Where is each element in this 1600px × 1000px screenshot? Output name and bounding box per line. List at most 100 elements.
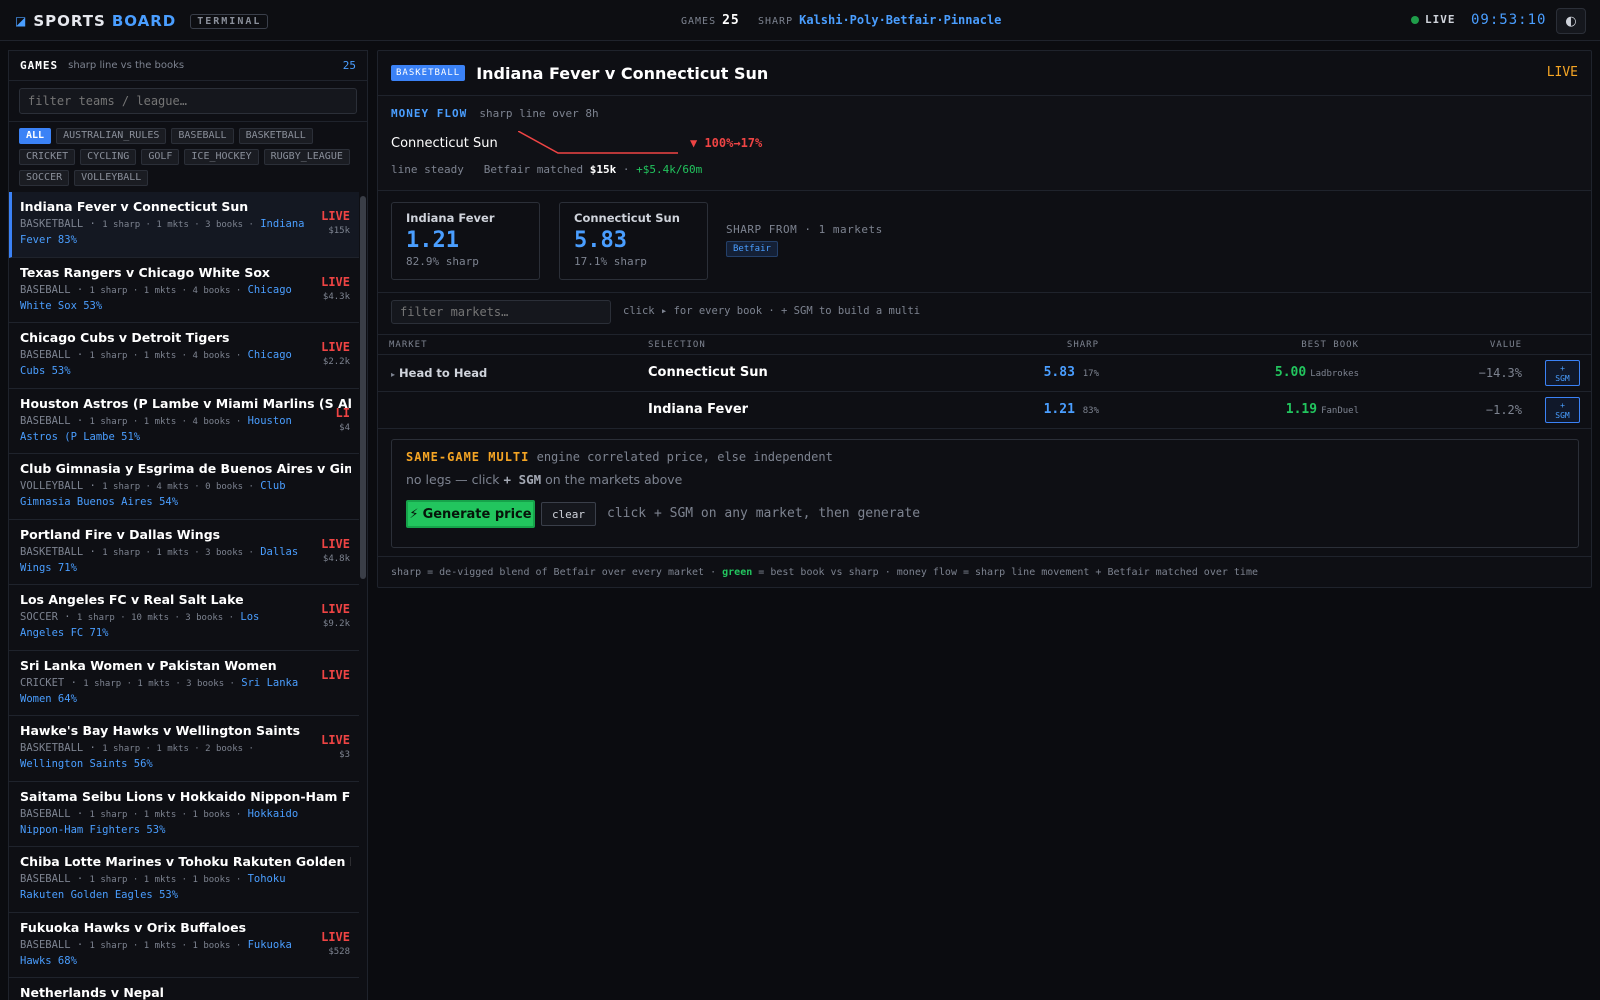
event-panel: BASKETBALL Indiana Fever v Connecticut S… [377,50,1592,588]
league-chip[interactable]: BASKETBALL [238,128,313,144]
footnote: sharp = de-vigged blend of Betfair over … [391,567,1258,578]
sgm-header: SAME-GAME MULTI engine correlated price,… [406,450,1564,464]
brand: ◪ SPORTS BOARD TERMINAL [15,12,269,30]
game-info: 1 sharp · 1 mkts · 3 books · [83,678,235,689]
market-filter-input[interactable] [391,300,611,324]
add-sgm-button[interactable]: + SGM [1545,360,1580,386]
league-chip[interactable]: CRICKET [19,149,76,165]
game-live: LIVE [321,667,350,682]
game-volume: $4 [339,422,350,433]
footnote-part-1: sharp = de-vigged blend of Betfair over … [391,567,717,578]
game-row[interactable]: Houston Astros (P Lambe v Miami Marlins … [9,389,361,454]
game-sport: BASKETBALL [20,545,84,558]
game-meta: SOCCER · 1 sharp · 10 mkts · 3 books · L… [20,611,260,639]
market-filter-bar: click ▸ for every book · + SGM to build … [378,293,1591,335]
game-row[interactable]: Los Angeles FC v Real Salt Lake SOCCER · … [9,585,361,651]
odds-card-odds: 1.21 [406,228,459,253]
brand-sports: SPORTS [33,12,106,30]
game-row[interactable]: Sri Lanka Women v Pakistan Women CRICKET … [9,651,361,716]
game-row[interactable]: Texas Rangers v Chicago White Sox BASEBAL… [9,258,361,323]
games-scrollbar[interactable] [359,192,367,1000]
generate-price-button[interactable]: ⚡ Generate price [406,500,535,528]
sharp-odds-pct: 17% [1082,369,1099,379]
games-list: Indiana Fever v Connecticut Sun BASKETBAL… [9,192,361,1000]
game-name: Fukuoka Hawks v Orix Buffaloes [20,919,247,935]
league-chips: ALL AUSTRALIAN_RULES BASEBALL BASKETBALL CRI… [9,122,367,193]
sharp-odds-value: 5.83 [1043,365,1075,380]
sharp-odds: 5.83 17% [1044,365,1099,380]
game-name: Club Gimnasia y Esgrima de Buenos Aires … [20,461,351,476]
game-info: 1 sharp · 1 mkts · 1 books · [89,875,242,885]
league-chip[interactable]: AUSTRALIAN_RULES [56,128,167,144]
filter-wrap [9,81,367,122]
game-meta: BASEBALL · 1 sharp · 1 mkts · 1 books · … [20,938,292,967]
league-chip[interactable]: ICE_HOCKEY [184,149,259,165]
money-flow-label: MONEY FLOW [391,107,468,120]
game-info: 1 sharp · 1 mkts · 3 books · [102,220,254,230]
game-row[interactable]: Club Gimnasia y Esgrima de Buenos Aires … [9,454,361,520]
selection-name: Connecticut Sun [648,365,768,380]
game-row[interactable]: Chiba Lotte Marines v Tohoku Rakuten Gol… [9,847,361,913]
generate-hint: click + SGM on any market, then generate [607,506,921,521]
game-row[interactable]: Saitama Seibu Lions v Hokkaido Nippon-Ha… [9,782,361,847]
odds-card-sharp: 82.9% sharp [406,255,479,268]
game-live: LIVE [321,209,350,223]
live-label: LIVE [1425,13,1456,26]
matched-rate: +$5.4k/60m [636,163,703,176]
league-chip[interactable]: ALL [19,128,52,144]
league-chip[interactable]: VOLLEYBALL [74,170,149,186]
games-stat-value: 25 [722,13,740,28]
games-panel-title: GAMES [20,59,59,72]
market-expand[interactable]: ▸ Head to Head [391,366,487,380]
games-stat: GAMES 25 [681,13,740,28]
matched-label: Betfair matched [483,163,584,176]
game-sport: VOLLEYBALL [20,480,84,492]
league-chip[interactable]: BASEBALL [171,128,234,144]
odds-card-home[interactable]: Indiana Fever 1.21 82.9% sharp [391,202,540,280]
best-book-odds: 5.00 [1274,365,1307,380]
game-sport: BASEBALL [20,938,71,951]
scroll-thumb[interactable] [360,196,366,579]
odds-card-odds: 5.83 [574,228,627,253]
game-volume: $528 [328,946,350,957]
game-row[interactable]: Portland Fire v Dallas Wings BASKETBALL ·… [9,520,361,585]
game-info: 1 sharp · 1 mkts · 2 books · [102,744,254,754]
game-meta: BASKETBALL · 1 sharp · 1 mkts · 3 books … [20,218,305,246]
sport-badge: BASKETBALL [391,65,466,81]
league-chip[interactable]: CYCLING [80,149,137,165]
game-row[interactable]: Indiana Fever v Connecticut Sun BASKETBAL… [9,192,361,258]
game-row[interactable]: Netherlands v Nepal [9,978,361,1000]
game-meta: BASKETBALL · 1 sharp · 1 mkts · 3 books … [20,545,299,574]
sgm-legs-post: on the markets above [545,472,683,487]
game-name: Saitama Seibu Lions v Hokkaido Nippon-Ha… [20,788,351,804]
market-row[interactable]: Indiana Fever 1.21 83% 1.19 FanDuel −1.2%… [378,392,1591,429]
best-book-name: FanDuel [1321,406,1359,416]
team-filter-input[interactable] [19,88,357,114]
game-row[interactable]: Hawke's Bay Hawks v Wellington Saints BAS… [9,716,361,782]
game-live: LIVE [321,929,350,944]
game-sport: BASEBALL [20,873,71,885]
game-row[interactable]: Fukuoka Hawks v Orix Buffaloes BASEBALL ·… [9,913,361,978]
market-row[interactable]: ▸ Head to Head Connecticut Sun 5.83 17% 5… [378,355,1591,392]
odds-card-away[interactable]: Connecticut Sun 5.83 17.1% sharp [559,202,708,280]
best-book: 5.00 Ladbrokes [1275,365,1359,380]
theme-toggle-button[interactable]: ◐ [1556,8,1586,34]
game-sport: BASEBALL [20,807,71,820]
add-sgm-button[interactable]: + SGM [1545,397,1580,423]
money-flow-sub: sharp line over 8h [479,107,599,120]
clear-button[interactable]: clear [541,502,596,526]
game-live: LI [335,405,350,420]
generate-price-label: Generate price [422,506,532,522]
terminal-badge: TERMINAL [190,13,269,29]
league-chip[interactable]: SOCCER [19,170,70,186]
sharp-source-chip: Betfair [726,241,778,257]
game-name: Sri Lanka Women v Pakistan Women [20,657,277,673]
live-dot-icon [1411,15,1419,24]
market-hint: click ▸ for every book · + SGM to build … [623,305,921,317]
game-meta: VOLLEYBALL · 1 sharp · 4 mkts · 0 books … [20,480,286,508]
live-indicator: LIVE [1411,13,1456,26]
league-chip[interactable]: GOLF [141,149,180,165]
league-chip[interactable]: RUGBY_LEAGUE [263,149,350,165]
game-row[interactable]: Chicago Cubs v Detroit Tigers BASEBALL · … [9,323,361,389]
sharp-odds: 1.21 83% [1044,402,1099,417]
